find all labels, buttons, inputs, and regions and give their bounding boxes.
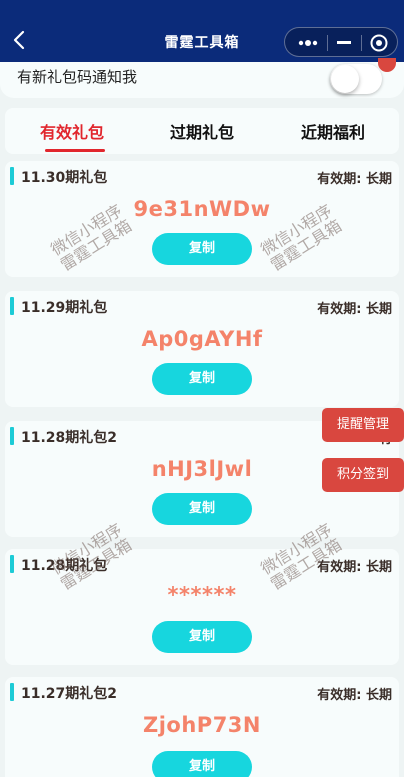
notify-label: 有新礼包码通知我 — [17, 68, 138, 86]
notify-row: 有新礼包码通知我 — [0, 62, 404, 98]
tab-bar: 有效礼包 过期礼包 近期福利 — [5, 108, 399, 154]
notify-toggle[interactable] — [330, 64, 382, 94]
gift-title: 11.28期礼包2 — [21, 430, 118, 446]
nav-bar: 雷霆工具箱 — [0, 0, 404, 62]
capsule-divider — [327, 35, 328, 51]
gift-card: 11.29期礼包 有效期: 长期 Ap0gAYHf 复制 — [5, 291, 399, 407]
gift-title: 11.30期礼包 — [21, 170, 108, 186]
gift-code: 9e31nWDw — [133, 197, 271, 221]
card-accent-bar — [10, 427, 14, 445]
card-accent-bar — [10, 297, 14, 315]
mini-program-capsule — [284, 27, 398, 57]
card-accent-bar — [10, 555, 14, 573]
gift-code: ZjohP73N — [143, 713, 261, 737]
more-dots-icon[interactable] — [297, 36, 319, 50]
card-accent-bar — [10, 683, 14, 701]
gift-validity: 有效期: 长期 — [317, 688, 392, 703]
gift-card: 11.27期礼包2 有效期: 长期 ZjohP73N 复制 — [5, 677, 399, 777]
toggle-knob — [331, 65, 359, 93]
card-accent-bar — [10, 167, 14, 185]
copy-button[interactable]: 复制 — [152, 751, 252, 777]
copy-button[interactable]: 复制 — [152, 493, 252, 525]
capsule-divider — [361, 35, 362, 51]
tab-recent-benefits[interactable]: 近期福利 — [301, 119, 365, 143]
reminder-manage-button[interactable]: 提醒管理 — [322, 408, 404, 442]
close-circle-icon[interactable] — [370, 34, 388, 52]
points-checkin-button[interactable]: 积分签到 — [322, 458, 404, 492]
tab-expired-gifts[interactable]: 过期礼包 — [170, 119, 234, 143]
tab-valid-gifts[interactable]: 有效礼包 — [40, 119, 104, 143]
gift-code: Ap0gAYHf — [141, 327, 263, 351]
active-tab-indicator — [45, 149, 105, 152]
gift-title: 11.29期礼包 — [21, 300, 108, 316]
copy-button[interactable]: 复制 — [152, 363, 252, 395]
gift-validity: 有效期: 长期 — [317, 302, 392, 317]
gift-title: 11.27期礼包2 — [21, 686, 118, 702]
copy-button[interactable]: 复制 — [152, 233, 252, 265]
gift-validity: 有效期: 长期 — [317, 172, 392, 187]
minimize-icon[interactable] — [337, 41, 351, 44]
copy-button[interactable]: 复制 — [152, 621, 252, 653]
